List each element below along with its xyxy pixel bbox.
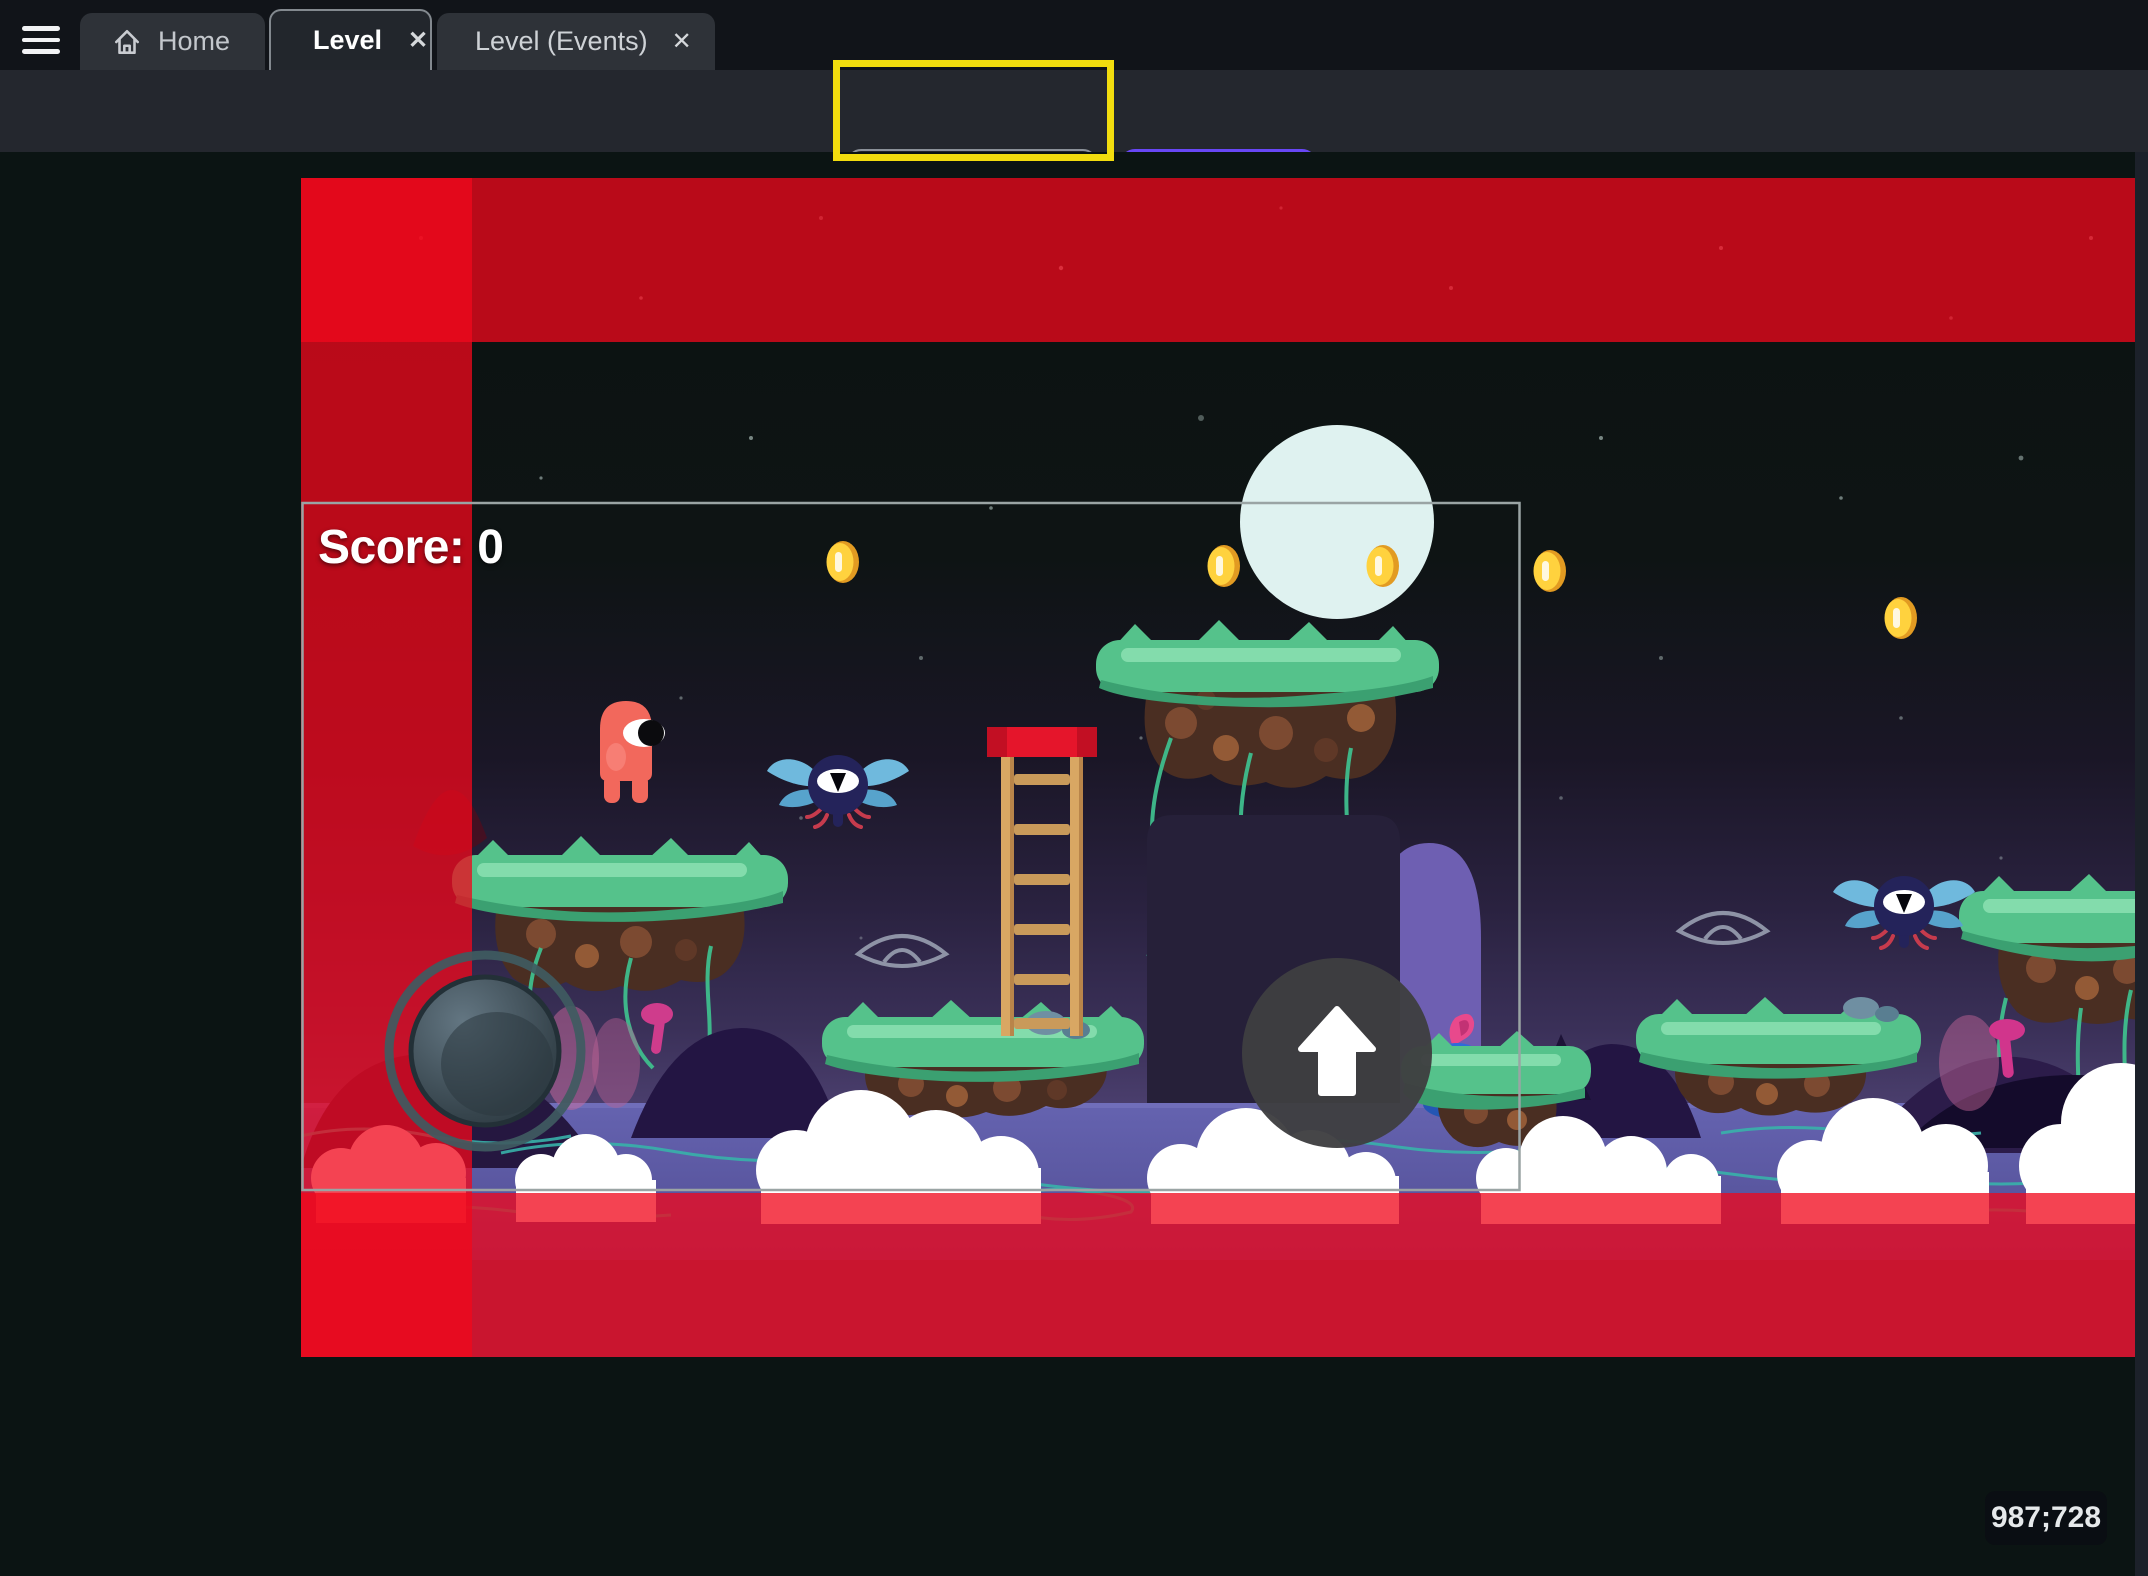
tab-level[interactable]: Level ✕ bbox=[269, 9, 432, 70]
moon bbox=[1240, 425, 1434, 619]
tab-label: Level bbox=[313, 25, 382, 56]
tab-label: Home bbox=[158, 26, 230, 57]
panel-edge bbox=[2135, 152, 2148, 1576]
gdevelop-editor-window: Home Level ✕ Level (Events) ✕ bbox=[0, 0, 2148, 1576]
jump-button[interactable] bbox=[1242, 958, 1432, 1148]
tab-bar: Home Level ✕ Level (Events) ✕ bbox=[0, 0, 2148, 70]
toolbar: Preview Publish bbox=[0, 70, 2148, 152]
tab-label: Level (Events) bbox=[475, 26, 648, 57]
game-scene bbox=[301, 178, 2135, 1357]
home-icon bbox=[112, 27, 142, 57]
joystick-control[interactable] bbox=[389, 955, 581, 1147]
tab-level-events[interactable]: Level (Events) ✕ bbox=[437, 13, 715, 70]
level-editor-canvas[interactable]: Score: 0 987;728 bbox=[0, 152, 2148, 1576]
close-icon[interactable]: ✕ bbox=[408, 29, 428, 53]
cursor-coordinates-badge: 987;728 bbox=[1985, 1491, 2107, 1545]
tab-home[interactable]: Home bbox=[80, 13, 265, 70]
score-text: Score: 0 bbox=[318, 520, 503, 575]
close-icon[interactable]: ✕ bbox=[672, 30, 692, 54]
menu-icon[interactable] bbox=[22, 26, 60, 56]
